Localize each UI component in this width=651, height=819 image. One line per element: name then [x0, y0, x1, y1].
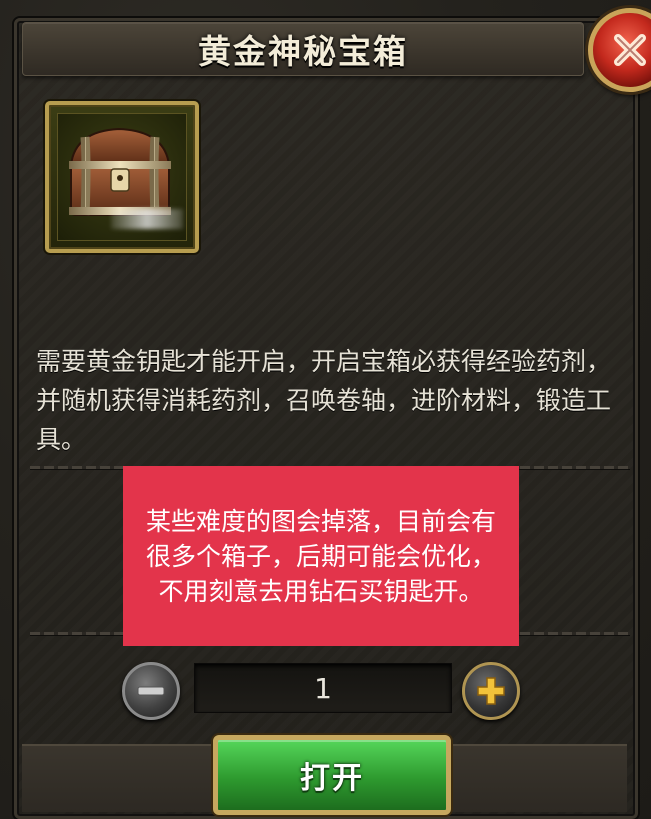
quantity-field[interactable]: 1 — [194, 663, 452, 713]
overlay-note: 某些难度的图会掉落，目前会有很多个箱子，后期可能会优化，不用刻意去用钻石买钥匙开… — [123, 466, 519, 646]
increase-quantity-button[interactable] — [462, 662, 520, 720]
blurred-label — [111, 209, 183, 229]
chest-dialog: 黄金神秘宝箱 需要黄金钥匙才能开启，开启宝箱必获得经验药剂，并随机获得消耗药剂，… — [0, 0, 651, 819]
dialog-title: 黄金神秘宝箱 — [198, 32, 408, 71]
item-description: 需要黄金钥匙才能开启，开启宝箱必获得经验药剂，并随机获得消耗药剂，召唤卷轴，进阶… — [36, 347, 612, 454]
minus-icon — [137, 686, 165, 696]
close-icon — [614, 34, 646, 66]
item-slot — [45, 101, 199, 253]
open-button[interactable]: 打开 — [213, 735, 451, 815]
decrease-quantity-button[interactable] — [122, 662, 180, 720]
plus-icon — [477, 677, 505, 705]
title-bar: 黄金神秘宝箱 — [22, 22, 584, 76]
